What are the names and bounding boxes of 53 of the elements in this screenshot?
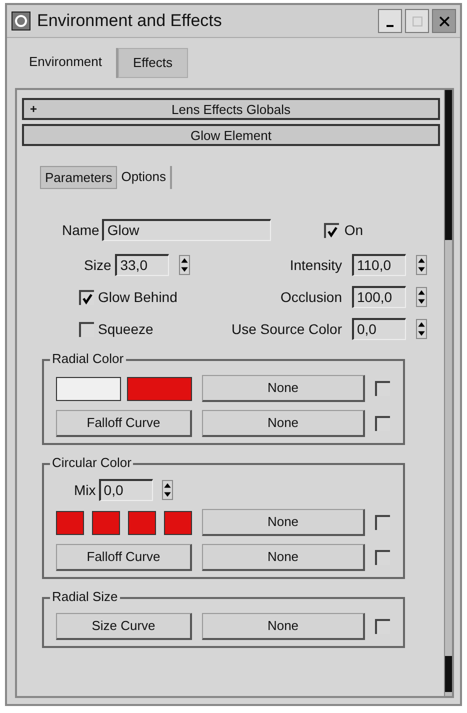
input-field[interactable]: 0,0	[352, 318, 406, 340]
spinner-icon[interactable]	[416, 319, 427, 339]
window-title: Environment and Effects	[37, 11, 223, 31]
color-swatch[interactable]	[164, 510, 192, 534]
group-title: Radial Size	[50, 589, 120, 604]
close-button[interactable]	[432, 9, 456, 33]
color-swatch[interactable]	[127, 376, 192, 400]
minimize-icon	[386, 25, 394, 27]
checkbox-label: Squeeze	[98, 321, 154, 337]
input-field[interactable]: 110,0	[352, 254, 406, 276]
maximize-icon	[412, 16, 422, 26]
rollout-title: Lens Effects Globals	[172, 102, 290, 116]
spinner-icon[interactable]	[179, 255, 190, 275]
color-swatch[interactable]	[56, 510, 84, 534]
field-label: Use Source Color	[232, 321, 342, 337]
input-field[interactable]: Glow	[102, 219, 272, 241]
spinner-icon[interactable]	[162, 480, 173, 500]
group-title: Circular Color	[50, 455, 134, 470]
field-label: Name	[62, 222, 100, 238]
minimize-button[interactable]	[378, 9, 402, 33]
tab[interactable]: Options	[117, 166, 172, 189]
tab[interactable]: Parameters	[40, 166, 118, 189]
spinner-icon[interactable]	[416, 287, 427, 307]
map-button[interactable]: None	[202, 375, 365, 402]
curve-button[interactable]: Falloff Curve	[56, 410, 192, 437]
app-icon	[11, 11, 31, 31]
field-label: Occlusion	[280, 289, 342, 305]
checkbox-label: Glow Behind	[98, 289, 178, 305]
map-button[interactable]: None	[202, 509, 365, 536]
field-label: Mix	[74, 482, 96, 498]
map-button[interactable]: None	[202, 613, 365, 640]
spinner-icon[interactable]	[416, 255, 427, 275]
input-field[interactable]: 0,0	[98, 479, 153, 501]
map-button[interactable]: None	[202, 410, 365, 437]
curve-button[interactable]: Falloff Curve	[56, 544, 192, 571]
color-swatch[interactable]	[92, 510, 120, 534]
input-field[interactable]: 100,0	[352, 286, 406, 308]
curve-button[interactable]: Size Curve	[56, 613, 192, 640]
toggle-sign: +	[30, 102, 38, 116]
checkbox-label: On	[344, 222, 364, 238]
map-button[interactable]: None	[202, 544, 365, 571]
group-title: Radial Color	[50, 351, 126, 366]
rollout-title: Glow Element	[190, 128, 272, 142]
rollout-header[interactable]: Glow Element	[22, 124, 440, 146]
tab[interactable]: Effects	[118, 48, 188, 78]
close-icon	[438, 16, 450, 26]
input-field[interactable]: 33,0	[115, 254, 170, 276]
field-label: Intensity	[290, 257, 342, 273]
rollout-header[interactable]: + Lens Effects Globals	[22, 98, 440, 120]
scroll-bar[interactable]	[444, 90, 452, 696]
field-label: Size	[84, 257, 112, 273]
color-swatch[interactable]	[128, 510, 156, 534]
color-swatch[interactable]	[56, 376, 121, 400]
